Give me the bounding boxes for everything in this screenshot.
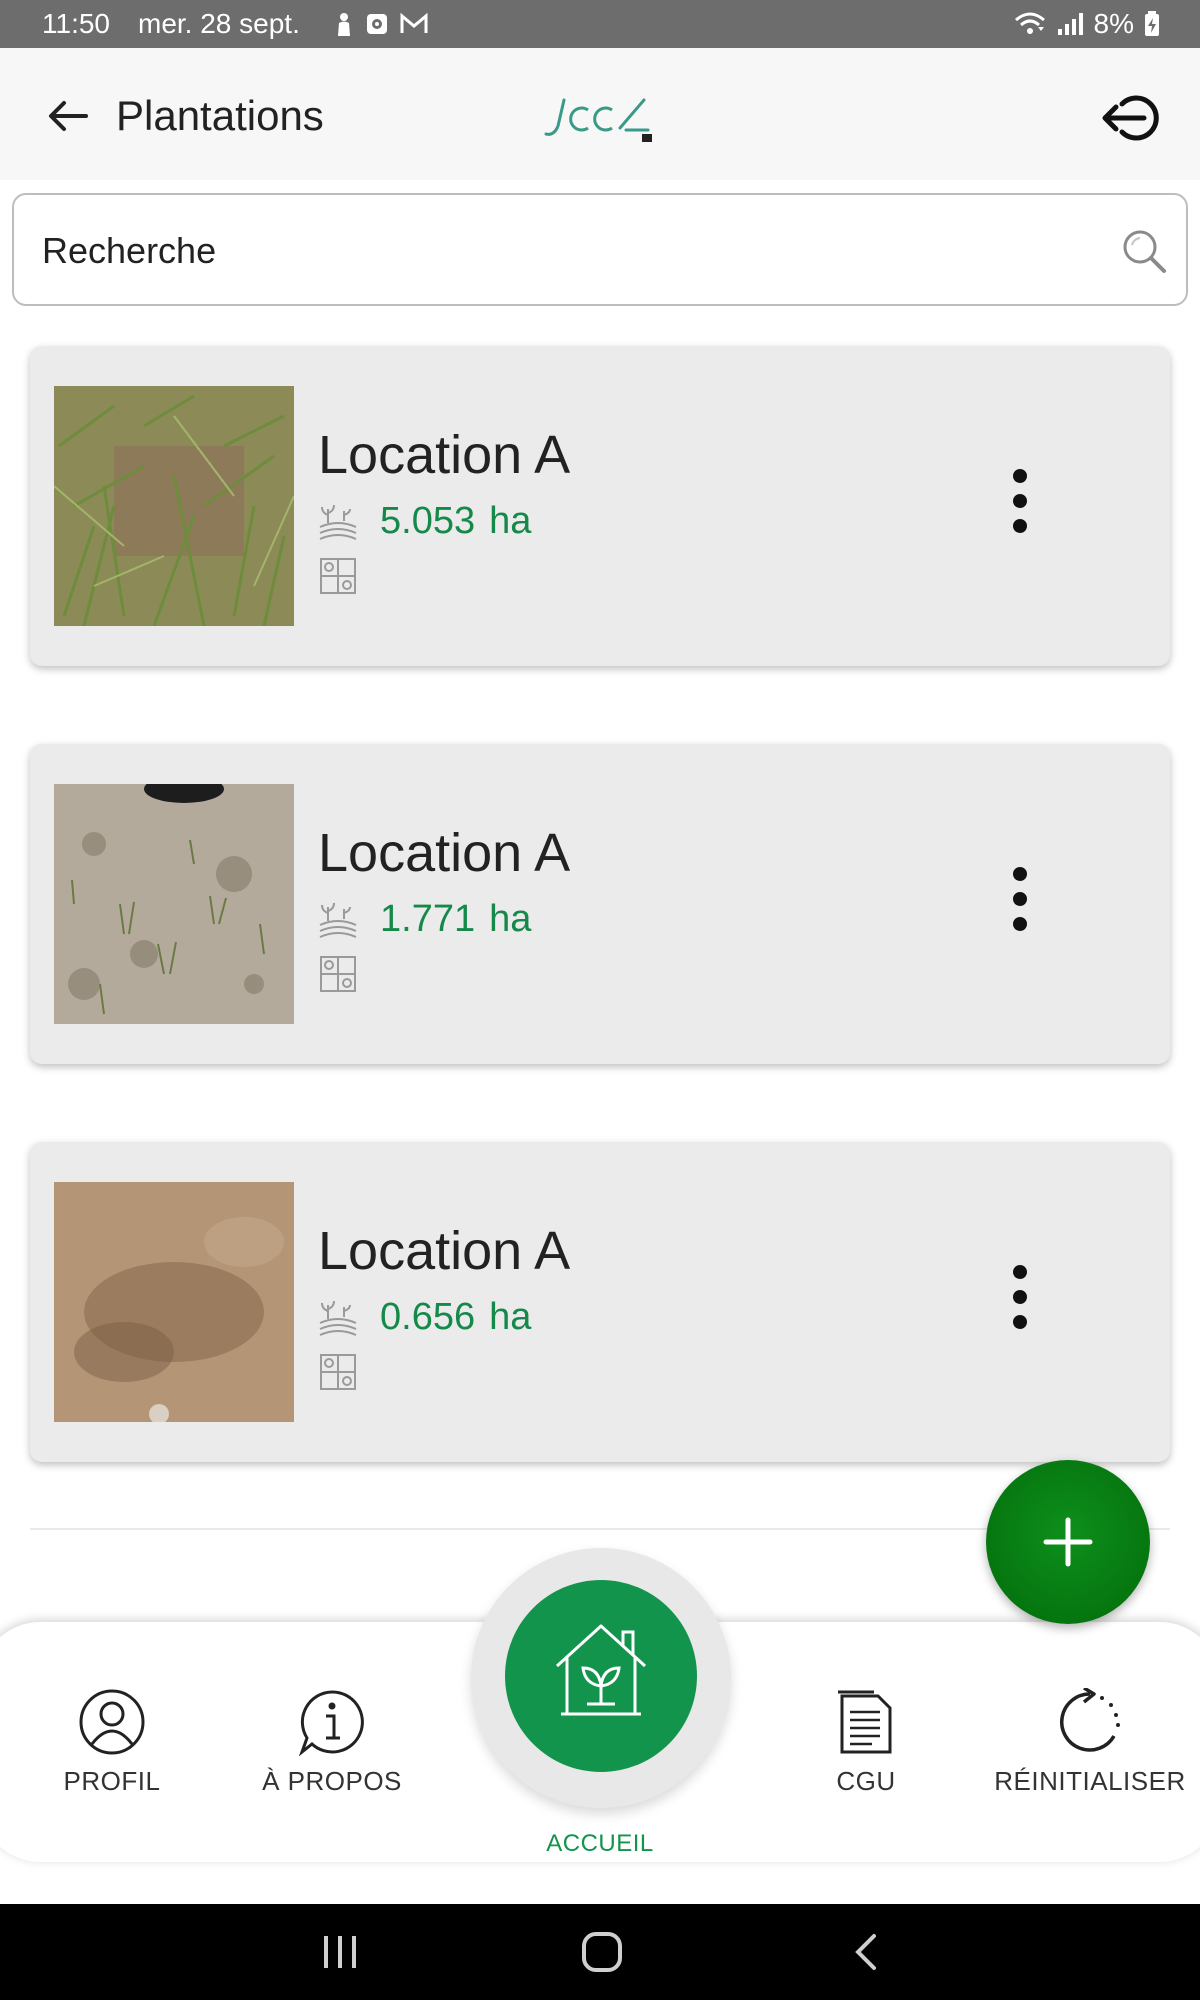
arrow-left-icon[interactable] [44, 92, 92, 140]
nav-cgu-label: CGU [836, 1766, 896, 1796]
page-title: Plantations [116, 92, 324, 139]
jool-logo [544, 98, 652, 142]
status-bar: 11:50 mer. 28 sept. 8% [0, 0, 1200, 48]
home-plant-icon [555, 1624, 647, 1716]
plantation-area-value: 0.656 [380, 1295, 476, 1338]
plantation-area: 1.771 ha [318, 894, 531, 944]
gmail-icon [400, 12, 428, 33]
plantation-area: 5.053 ha [318, 496, 531, 546]
search-input[interactable] [42, 221, 1042, 281]
camera-app-icon [367, 14, 387, 34]
nav-profil[interactable]: PROFIL [2, 1688, 222, 1797]
status-notification-icons [334, 12, 428, 36]
signal-icon [1057, 13, 1083, 35]
nav-accueil-button[interactable] [505, 1580, 697, 1772]
nav-reinitialiser[interactable]: RÉINITIALISER [980, 1688, 1200, 1797]
plantation-list: Location A 5.053 ha Location A 1.771 ha [0, 318, 1200, 1533]
plantation-card[interactable]: Location A 1.771 ha [30, 744, 1170, 1064]
nav-reinitialiser-label: RÉINITIALISER [994, 1766, 1186, 1796]
logout-icon[interactable] [1100, 90, 1160, 146]
plantation-name: Location A [318, 823, 571, 883]
plantation-area-unit: ha [489, 1295, 532, 1338]
nav-cgu[interactable]: CGU [756, 1688, 976, 1797]
nav-accueil-label[interactable]: ACCUEIL [500, 1830, 700, 1858]
more-vert-icon[interactable] [1000, 466, 1040, 536]
system-nav-bar [0, 1904, 1200, 2000]
document-grid-icon [320, 558, 356, 594]
document-grid-icon [320, 956, 356, 992]
plus-icon [1043, 1517, 1093, 1567]
field-crop-icon [319, 1300, 357, 1336]
user-circle-icon [79, 1689, 145, 1755]
search-icon[interactable] [1120, 227, 1168, 275]
search-box [12, 193, 1188, 306]
dry-soil-photo [54, 784, 294, 1024]
grass-ground-photo [54, 386, 294, 626]
nav-a-propos-label: À PROPOS [262, 1766, 402, 1796]
wifi-icon [1014, 12, 1045, 34]
more-vert-icon[interactable] [1000, 1262, 1040, 1332]
plantation-area-value: 1.771 [380, 897, 476, 940]
nav-a-propos[interactable]: À PROPOS [222, 1688, 442, 1797]
plantation-area-value: 5.053 [380, 499, 476, 542]
plantation-area-unit: ha [489, 897, 532, 940]
person-icon [338, 13, 350, 36]
field-crop-icon [319, 504, 357, 540]
bare-earth-photo [54, 1182, 294, 1422]
status-time: 11:50 [42, 8, 110, 39]
battery-charging-icon [1145, 11, 1159, 36]
plantation-name: Location A [318, 425, 571, 485]
reset-icon [1060, 1688, 1120, 1752]
add-plantation-button[interactable] [986, 1460, 1150, 1624]
info-bubble-icon [298, 1690, 364, 1756]
field-crop-icon [319, 902, 357, 938]
recent-apps-icon[interactable] [320, 1928, 360, 1976]
plantation-card[interactable]: Location A 0.656 ha [30, 1142, 1170, 1462]
plantation-name: Location A [318, 1221, 571, 1281]
nav-profil-label: PROFIL [63, 1766, 161, 1796]
document-icon [838, 1690, 892, 1754]
more-vert-icon[interactable] [1000, 864, 1040, 934]
back-nav-icon[interactable] [848, 1928, 884, 1976]
plantation-area-unit: ha [489, 499, 532, 542]
home-nav-icon[interactable] [580, 1928, 624, 1976]
battery-percent: 8% [1093, 8, 1134, 39]
document-grid-icon [320, 1354, 356, 1390]
plantation-card[interactable]: Location A 5.053 ha [30, 346, 1170, 666]
status-date: mer. 28 sept. [138, 8, 300, 39]
plantation-area: 0.656 ha [318, 1292, 531, 1342]
app-bar: Plantations [0, 48, 1200, 180]
